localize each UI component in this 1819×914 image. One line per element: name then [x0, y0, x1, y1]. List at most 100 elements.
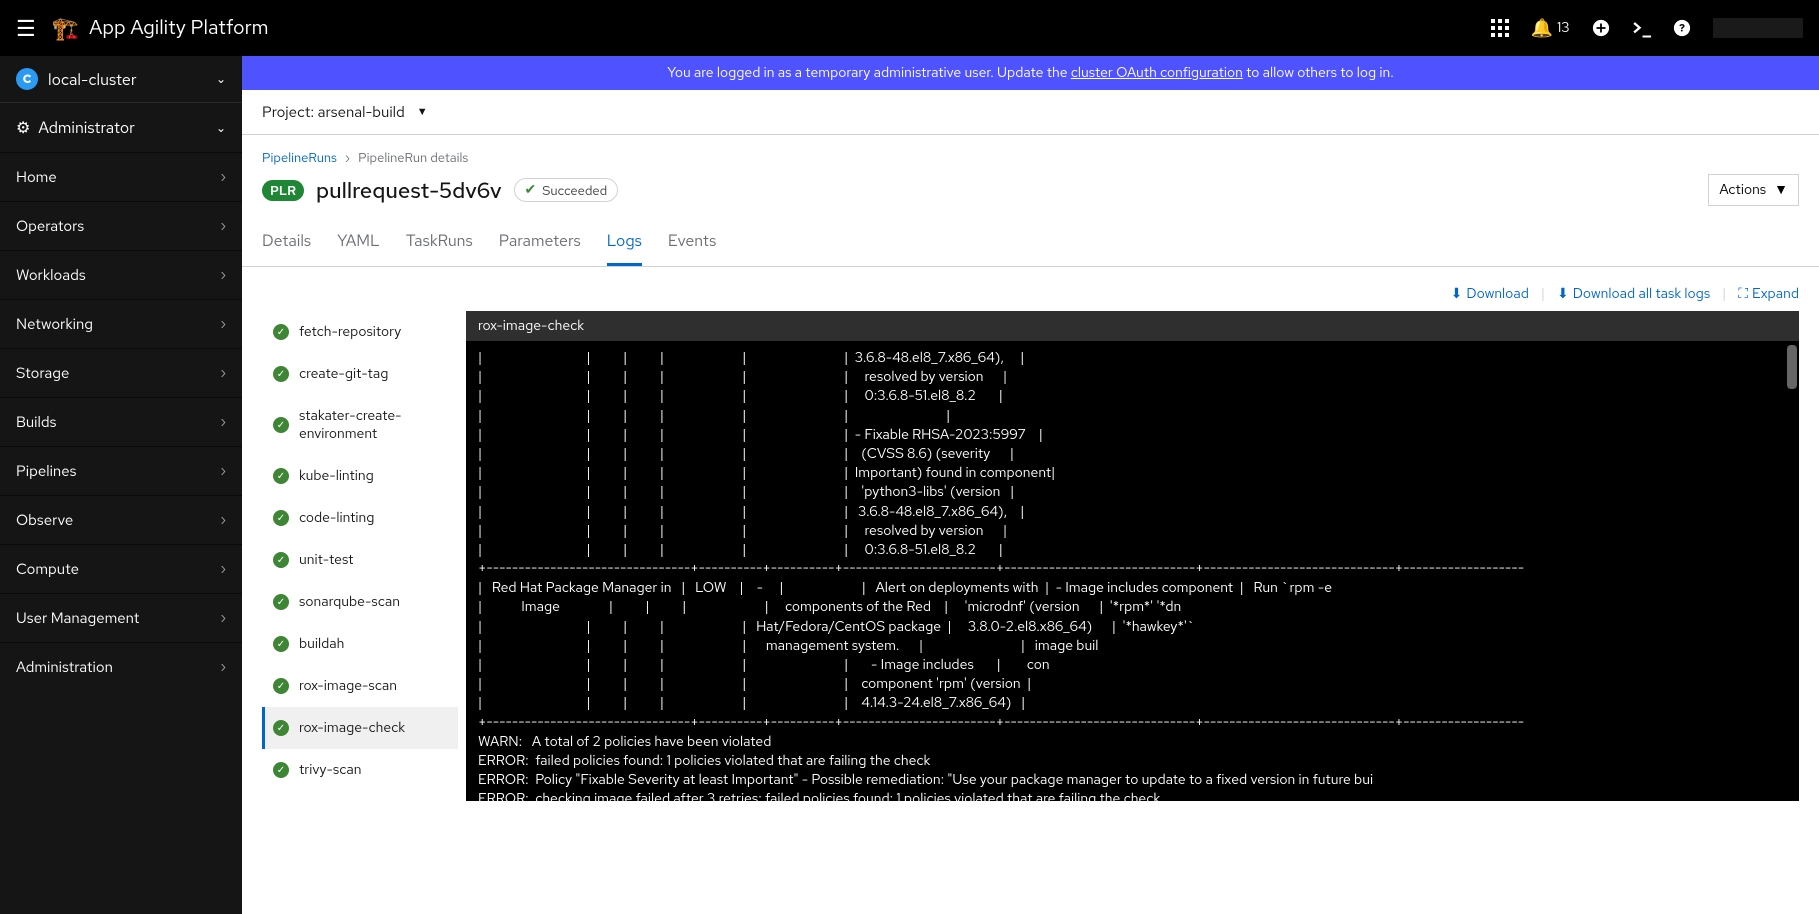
caret-down-icon: ▼: [1774, 181, 1788, 199]
check-circle-icon: ✓: [273, 552, 289, 568]
chevron-right-icon: ›: [220, 609, 226, 627]
sidebar-item-observe[interactable]: Observe ›: [0, 495, 242, 544]
sidebar-item-storage[interactable]: Storage›: [0, 348, 242, 397]
chevron-right-icon: ›: [220, 511, 226, 529]
project-selector[interactable]: Project: arsenal-build ▼: [242, 90, 1819, 135]
task-label: kube-linting: [299, 467, 374, 485]
tab-parameters[interactable]: Parameters: [499, 222, 581, 266]
log-toolbar: ⬇Download | ⬇Download all task logs | ⛶E…: [242, 267, 1819, 311]
task-item-sonarqube-scan[interactable]: ✓sonarqube-scan: [262, 581, 458, 623]
task-label: stakater-create-environment: [299, 407, 450, 443]
help-icon[interactable]: ?: [1673, 19, 1691, 37]
scrollbar[interactable]: [1787, 345, 1797, 389]
download-link[interactable]: ⬇Download: [1451, 285, 1529, 303]
app-logo[interactable]: 🏗️ App Agility Platform: [52, 14, 269, 43]
project-label: Project: arsenal-build: [262, 102, 405, 122]
chevron-right-icon: ›: [220, 658, 226, 676]
check-circle-icon: ✓: [273, 720, 289, 736]
nav-label: Home: [16, 167, 57, 187]
task-item-fetch-repository[interactable]: ✓fetch-repository: [262, 311, 458, 353]
top-right: 🔔13 >_ ?: [1491, 17, 1803, 40]
breadcrumb-parent[interactable]: PipelineRuns: [262, 149, 337, 166]
sidebar-item-builds[interactable]: Builds›: [0, 397, 242, 446]
breadcrumb: PipelineRuns › PipelineRun details: [242, 135, 1819, 170]
nav-label: Networking: [16, 314, 93, 334]
user-menu[interactable]: [1713, 18, 1803, 38]
add-icon[interactable]: [1592, 19, 1610, 37]
task-item-unit-test[interactable]: ✓unit-test: [262, 539, 458, 581]
tab-events[interactable]: Events: [668, 222, 716, 266]
chevron-right-icon: ›: [220, 217, 226, 235]
chevron-right-icon: ›: [220, 413, 226, 431]
notifications-icon[interactable]: 🔔13: [1531, 17, 1570, 40]
chevron-right-icon: ›: [345, 149, 350, 166]
chevron-right-icon: ›: [220, 462, 226, 480]
check-circle-icon: ✔: [525, 181, 537, 199]
svg-text:?: ?: [1679, 22, 1685, 36]
task-item-create-git-tag[interactable]: ✓ create-git-tag: [262, 353, 458, 395]
apps-icon[interactable]: [1491, 19, 1509, 37]
nav-label: Workloads: [16, 265, 86, 285]
tab-taskruns[interactable]: TaskRuns: [406, 222, 473, 266]
download-all-link[interactable]: ⬇Download all task logs: [1557, 285, 1710, 303]
sidebar-item-pipelines[interactable]: Pipelines›: [0, 446, 242, 495]
terminal-title: rox-image-check: [466, 311, 1799, 341]
task-item-rox-image-scan[interactable]: ✓rox-image-scan: [262, 665, 458, 707]
task-label: fetch-repository: [299, 323, 401, 341]
sidebar-item-networking[interactable]: Networking›: [0, 299, 242, 348]
task-item-buildah[interactable]: ✓ buildah: [262, 623, 458, 665]
sidebar-item-operators[interactable]: Operators›: [0, 201, 242, 250]
gear-icon: ⚙: [16, 117, 30, 138]
nav-label: Administration: [16, 657, 113, 677]
task-item-stakater-create-environment[interactable]: ✓ stakater-create-environment: [262, 395, 458, 455]
tab-details[interactable]: Details: [262, 222, 311, 266]
actions-button[interactable]: Actions ▼: [1708, 174, 1799, 206]
terminal-icon[interactable]: >_: [1632, 17, 1651, 40]
task-label: buildah: [299, 635, 344, 653]
check-circle-icon: ✓: [273, 468, 289, 484]
notif-count: 13: [1557, 19, 1570, 37]
tab-logs[interactable]: Logs: [607, 222, 642, 266]
terminal-panel: rox-image-check | | | | | | 3.6.8-48.el8…: [466, 311, 1799, 801]
info-banner: You are logged in as a temporary adminis…: [242, 56, 1819, 90]
cluster-badge: C: [16, 68, 38, 90]
sidebar-item-administration[interactable]: Administration ›: [0, 642, 242, 691]
banner-prefix: You are logged in as a temporary adminis…: [667, 64, 1071, 82]
tab-yaml[interactable]: YAML: [337, 222, 380, 266]
hamburger-icon[interactable]: ☰: [16, 14, 36, 43]
check-circle-icon: ✓: [273, 594, 289, 610]
task-item-trivy-scan[interactable]: ✓trivy-scan: [262, 749, 458, 791]
sidebar-item-compute[interactable]: Compute›: [0, 544, 242, 593]
task-item-rox-image-check[interactable]: ✓ rox-image-check: [262, 707, 458, 749]
task-label: create-git-tag: [299, 365, 388, 383]
resource-badge: PLR: [262, 180, 304, 201]
sidebar-item-user-management[interactable]: User Management›: [0, 593, 242, 642]
sidebar-item-home[interactable]: Home›: [0, 152, 242, 201]
nav-label: Compute: [16, 559, 79, 579]
breadcrumb-current: PipelineRun details: [358, 149, 468, 166]
task-list: ✓fetch-repository✓create-git-tag✓stakate…: [262, 311, 458, 801]
download-icon: ⬇: [1451, 285, 1463, 303]
check-circle-icon: ✓: [273, 366, 289, 382]
expand-link[interactable]: ⛶Expand: [1738, 285, 1799, 303]
check-circle-icon: ✓: [273, 636, 289, 652]
banner-suffix: to allow others to log in.: [1243, 64, 1394, 82]
banner-link[interactable]: cluster OAuth configuration: [1071, 64, 1243, 82]
top-bar: ☰ 🏗️ App Agility Platform 🔔13 >_ ?: [0, 0, 1819, 56]
expand-icon: ⛶: [1738, 285, 1748, 303]
chevron-down-icon: ⌄: [216, 120, 226, 136]
chevron-right-icon: ›: [220, 364, 226, 382]
task-item-kube-linting[interactable]: ✓ kube-linting: [262, 455, 458, 497]
perspective-selector[interactable]: ⚙ Administrator ⌄: [0, 103, 242, 152]
terminal-output[interactable]: | | | | | | 3.6.8-48.el8_7.x86_64), | | …: [466, 341, 1799, 801]
status-badge: ✔ Succeeded: [514, 178, 619, 202]
nav-label: Observe: [16, 510, 73, 530]
check-circle-icon: ✓: [273, 417, 289, 433]
sidebar-item-workloads[interactable]: Workloads›: [0, 250, 242, 299]
task-item-code-linting[interactable]: ✓code-linting: [262, 497, 458, 539]
task-label: code-linting: [299, 509, 374, 527]
chevron-down-icon: ⌄: [216, 71, 226, 87]
download-icon: ⬇: [1557, 285, 1569, 303]
task-label: rox-image-check: [299, 719, 405, 737]
cluster-selector[interactable]: C local-cluster ⌄: [0, 56, 242, 103]
